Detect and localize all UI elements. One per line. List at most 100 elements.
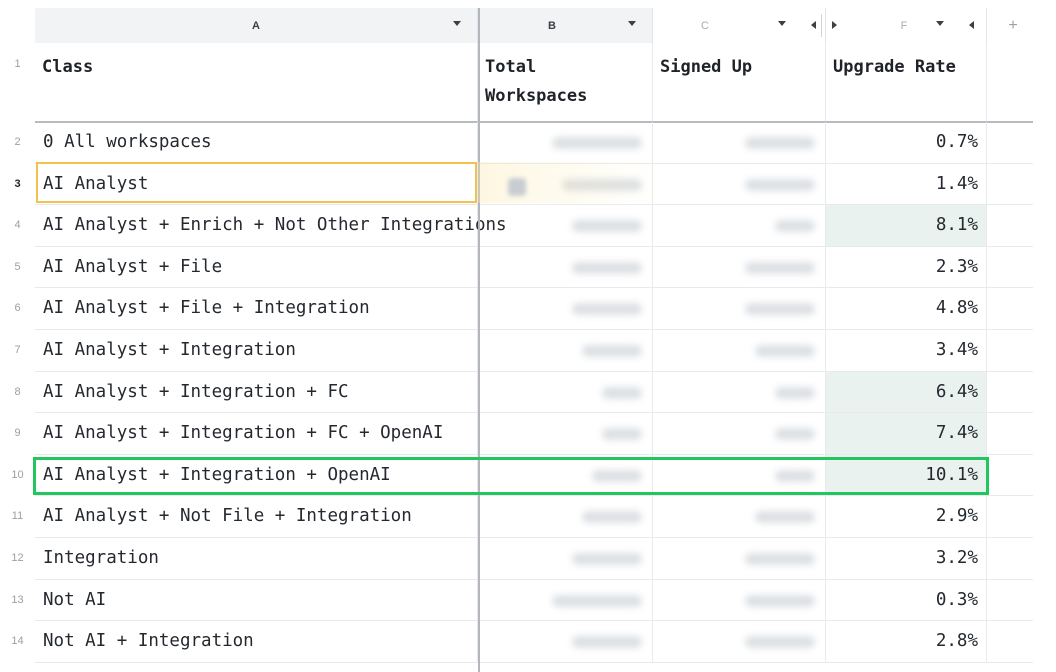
class-cell[interactable]: AI Analyst + Not File + Integration <box>35 496 478 538</box>
column-header-f[interactable]: F <box>826 8 987 43</box>
signed-up-cell[interactable] <box>653 621 826 663</box>
table-row: 7 AI Analyst + Integration 3.4% <box>0 330 1056 372</box>
class-cell[interactable]: AI Analyst + Integration + FC + OpenAI <box>35 413 478 455</box>
empty-cell[interactable] <box>987 621 1033 663</box>
total-workspaces-cell[interactable] <box>478 288 653 330</box>
add-column-button[interactable]: + <box>998 8 1028 43</box>
highlight-annotation-row-10 <box>33 457 989 495</box>
collapse-left-icon[interactable] <box>811 21 816 29</box>
total-workspaces-cell[interactable] <box>478 205 653 247</box>
upgrade-rate-cell[interactable]: 1.4% <box>826 163 987 206</box>
row-number[interactable]: 13 <box>0 580 35 622</box>
empty-cell[interactable] <box>987 122 1033 164</box>
upgrade-rate-value: 1.4% <box>935 173 978 194</box>
signed-up-cell[interactable] <box>653 205 826 247</box>
empty-cell[interactable] <box>987 205 1033 247</box>
redacted-value <box>775 220 815 233</box>
row-number[interactable]: 2 <box>0 122 35 164</box>
table-row: 14 Not AI + Integration 2.8% <box>0 621 1056 663</box>
total-workspaces-cell[interactable] <box>478 330 653 372</box>
row-number[interactable]: 4 <box>0 205 35 247</box>
column-header-a[interactable]: A <box>35 8 478 43</box>
upgrade-rate-cell[interactable]: 8.1% <box>826 205 987 247</box>
empty-cell[interactable] <box>987 288 1033 330</box>
column-letter-b: B <box>548 20 556 32</box>
empty-cell[interactable] <box>987 330 1033 372</box>
header-cell-signed-up[interactable]: Signed Up <box>653 43 826 122</box>
upgrade-rate-cell[interactable]: 3.4% <box>826 330 987 372</box>
total-workspaces-cell[interactable] <box>478 413 653 455</box>
row-number[interactable]: 10 <box>0 455 35 497</box>
class-cell[interactable]: AI Analyst + File <box>35 246 478 289</box>
class-cell[interactable]: Not AI + Integration <box>35 621 478 663</box>
signed-up-cell[interactable] <box>653 122 826 164</box>
upgrade-rate-cell[interactable]: 2.8% <box>826 621 987 663</box>
upgrade-rate-cell[interactable]: 0.7% <box>826 122 987 164</box>
collapse-left-icon[interactable] <box>969 21 974 29</box>
upgrade-rate-cell[interactable]: 4.8% <box>826 288 987 330</box>
redacted-value <box>572 303 642 316</box>
upgrade-rate-cell[interactable]: 6.4% <box>826 371 987 414</box>
row-number[interactable]: 1 <box>0 43 35 122</box>
row-number[interactable]: 8 <box>0 372 35 414</box>
empty-cell[interactable] <box>987 413 1033 455</box>
empty-cell[interactable] <box>987 455 1033 497</box>
row-number[interactable]: 14 <box>0 621 35 663</box>
empty-cell[interactable] <box>987 164 1033 206</box>
signed-up-cell[interactable] <box>653 288 826 330</box>
empty-cell[interactable] <box>987 247 1033 289</box>
row-number[interactable]: 9 <box>0 413 35 455</box>
class-cell[interactable]: Integration <box>35 538 478 580</box>
signed-up-cell[interactable] <box>653 579 826 622</box>
total-workspaces-cell[interactable] <box>478 371 653 414</box>
class-cell[interactable]: 0 All workspaces <box>35 122 478 164</box>
class-cell[interactable]: AI Analyst + Integration + FC <box>35 371 478 414</box>
total-workspaces-cell[interactable] <box>478 579 653 622</box>
signed-up-cell[interactable] <box>653 496 826 538</box>
row-number[interactable]: 6 <box>0 288 35 330</box>
chevron-down-icon[interactable] <box>936 21 944 26</box>
signed-up-cell[interactable] <box>653 246 826 289</box>
row-number[interactable]: 7 <box>0 330 35 372</box>
signed-up-cell[interactable] <box>653 538 826 580</box>
empty-cell[interactable] <box>987 496 1033 538</box>
select-all-corner[interactable] <box>0 8 35 43</box>
class-cell[interactable]: Not AI <box>35 579 478 622</box>
upgrade-rate-cell[interactable]: 2.3% <box>826 246 987 289</box>
empty-cell[interactable] <box>987 43 1033 122</box>
redacted-value <box>582 511 642 524</box>
upgrade-rate-cell[interactable]: 3.2% <box>826 538 987 580</box>
header-cell-class[interactable]: Class <box>35 43 478 122</box>
row-number[interactable]: 3 <box>0 164 35 206</box>
drag-handle-icon[interactable] <box>508 178 526 196</box>
header-cell-total-workspaces[interactable]: Total Workspaces <box>478 43 653 122</box>
total-workspaces-cell[interactable] <box>478 621 653 663</box>
upgrade-rate-cell[interactable]: 0.3% <box>826 579 987 622</box>
total-workspaces-cell[interactable] <box>478 246 653 289</box>
column-header-c[interactable]: C <box>653 8 826 43</box>
redacted-value <box>745 178 815 191</box>
upgrade-rate-cell[interactable]: 2.9% <box>826 496 987 538</box>
header-cell-upgrade-rate[interactable]: Upgrade Rate <box>826 43 987 122</box>
row-number[interactable]: 11 <box>0 496 35 538</box>
empty-cell[interactable] <box>987 580 1033 622</box>
empty-cell[interactable] <box>987 538 1033 580</box>
total-workspaces-cell[interactable] <box>478 538 653 580</box>
signed-up-cell[interactable] <box>653 163 826 206</box>
signed-up-cell[interactable] <box>653 371 826 414</box>
selected-cell[interactable] <box>36 162 477 203</box>
chevron-down-icon[interactable] <box>778 21 786 26</box>
class-cell[interactable]: AI Analyst + Integration <box>35 330 478 372</box>
upgrade-rate-cell[interactable]: 7.4% <box>826 413 987 455</box>
row-number[interactable]: 12 <box>0 538 35 580</box>
total-workspaces-cell[interactable] <box>478 122 653 164</box>
signed-up-cell[interactable] <box>653 330 826 372</box>
row-number[interactable]: 5 <box>0 247 35 289</box>
empty-cell[interactable] <box>987 372 1033 414</box>
chevron-down-icon[interactable] <box>453 21 461 26</box>
class-cell[interactable]: AI Analyst + Enrich + Not Other Integrat… <box>35 205 507 247</box>
signed-up-cell[interactable] <box>653 413 826 455</box>
class-cell[interactable]: AI Analyst + File + Integration <box>35 288 478 330</box>
upgrade-rate-value: 3.4% <box>935 340 978 360</box>
total-workspaces-cell[interactable] <box>478 496 653 538</box>
